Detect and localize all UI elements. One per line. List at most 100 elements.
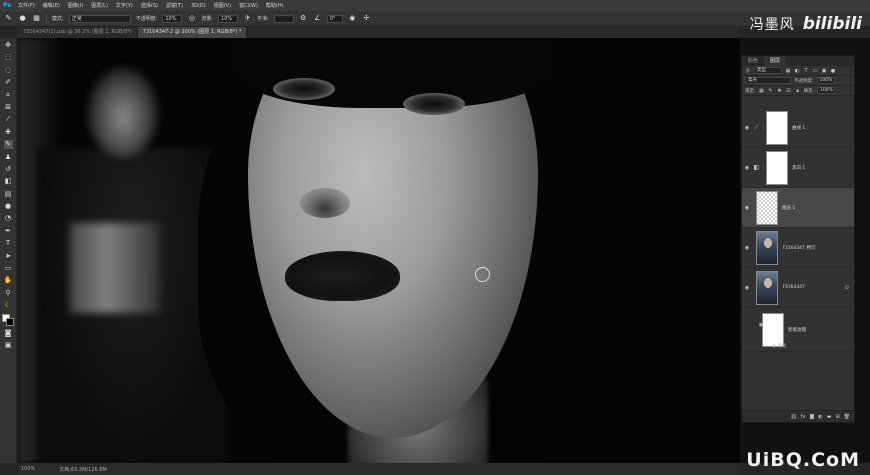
menu-help[interactable]: 帮助(H) <box>262 2 288 9</box>
layer-name[interactable]: 黑白 1 <box>792 165 805 171</box>
new-layer-icon[interactable]: ⊞ <box>835 414 839 420</box>
smart-filter-mask-thumbnail[interactable] <box>762 312 784 347</box>
lock-position-icon[interactable]: ✥ <box>777 88 783 94</box>
layer-photo-copy[interactable]: ◉ 73164347 拷贝 <box>742 228 854 268</box>
filter-type-icon[interactable]: T <box>803 68 809 74</box>
layer-thumbnail[interactable] <box>756 190 778 225</box>
quick-select-tool-icon[interactable]: ✐ <box>4 78 13 87</box>
gear-icon[interactable]: ⚙ <box>299 14 308 23</box>
layer-photo[interactable]: ◉ 73164347 ⊙ <box>742 268 854 308</box>
hand-tool-icon[interactable]: ✋ <box>4 276 13 285</box>
screen-mode-icon[interactable]: ▣ <box>4 341 13 350</box>
eraser-tool-icon[interactable]: ◧ <box>4 177 13 186</box>
visibility-eye-icon[interactable]: ◉ <box>772 344 776 349</box>
history-brush-tool-icon[interactable]: ↺ <box>4 165 13 174</box>
visibility-eye-icon[interactable]: ◉ <box>742 205 752 211</box>
filter-kind-select[interactable]: 类型 <box>754 67 782 74</box>
lock-artboard-icon[interactable]: ⊡ <box>786 88 792 94</box>
menu-type[interactable]: 文字(Y) <box>112 2 137 9</box>
brush-settings-icon[interactable]: ▦ <box>32 14 41 23</box>
path-selection-tool-icon[interactable]: ➤ <box>4 252 13 261</box>
menu-file[interactable]: 文件(F) <box>14 2 39 9</box>
flow-field[interactable]: 10% <box>218 14 239 23</box>
healing-brush-tool-icon[interactable]: ✚ <box>4 128 13 137</box>
mode-select[interactable]: 正常 <box>68 14 131 23</box>
smart-object-icon[interactable]: ⊙ <box>845 285 849 291</box>
menu-layer[interactable]: 图层(L) <box>87 2 112 9</box>
blend-mode-select[interactable]: 柔光 <box>745 77 791 84</box>
layer-style-icon[interactable]: fx <box>801 414 806 420</box>
brush-tool-icon[interactable]: ✎ <box>3 140 13 150</box>
symmetry-icon[interactable]: ✢ <box>362 14 371 23</box>
layer-mask-thumbnail[interactable] <box>766 110 788 145</box>
color-swatches[interactable] <box>2 313 14 326</box>
brush-preset-icon[interactable]: ● <box>18 14 27 23</box>
pen-tool-icon[interactable]: ✒ <box>4 227 13 236</box>
rectangle-tool-icon[interactable]: ▭ <box>4 264 13 273</box>
zoom-tool-icon[interactable]: ⚲ <box>4 289 13 298</box>
edit-toolbar-icon[interactable]: ☾ <box>4 301 13 310</box>
layer-1[interactable]: ◉ 图层 1 <box>742 188 854 228</box>
filter-shape-icon[interactable]: ▭ <box>812 68 818 74</box>
lock-pixels-icon[interactable]: ▦ <box>759 88 765 94</box>
visibility-eye-icon[interactable]: ◉ <box>756 322 766 328</box>
lasso-tool-icon[interactable]: ◌ <box>4 66 13 75</box>
menu-3d[interactable]: 3D(D) <box>187 3 210 9</box>
menu-edit[interactable]: 编辑(E) <box>39 2 64 9</box>
brush-tool-icon[interactable]: ✎ <box>4 14 13 23</box>
layer-opacity-field[interactable]: 100% <box>816 77 835 84</box>
gradient-tool-icon[interactable]: ▤ <box>4 190 13 199</box>
blur-tool-icon[interactable]: ● <box>4 202 13 211</box>
airbrush-icon[interactable]: ✈ <box>243 14 252 23</box>
new-adjustment-icon[interactable]: ◐ <box>818 414 822 420</box>
dodge-tool-icon[interactable]: ◔ <box>4 214 13 223</box>
tab-document-1[interactable]: 73164347(1).psb @ 36.2% (图层 1, RGB/8*) <box>18 27 138 38</box>
filter-toggle-icon[interactable]: ● <box>830 68 836 74</box>
type-tool-icon[interactable]: T <box>4 239 13 248</box>
visibility-eye-icon[interactable]: ◉ <box>742 165 752 171</box>
opacity-field[interactable]: 10% <box>162 14 183 23</box>
menu-view[interactable]: 视图(V) <box>210 2 235 9</box>
link-layers-icon[interactable]: ⛓ <box>790 414 796 420</box>
add-mask-icon[interactable]: ◙ <box>809 414 814 420</box>
menu-image[interactable]: 图像(I) <box>64 2 87 9</box>
layer-black-white[interactable]: ◉ ◧ ⁝ 黑白 1 <box>742 148 854 188</box>
angle-field[interactable]: 0° <box>326 14 343 23</box>
clone-stamp-tool-icon[interactable]: ♟ <box>4 153 13 162</box>
pressure-opacity-icon[interactable]: ◎ <box>187 14 196 23</box>
filter-adjustment-icon[interactable]: ◐ <box>794 68 800 74</box>
layer-name[interactable]: 图层 1 <box>782 205 795 211</box>
tab-layers[interactable]: 图层 <box>764 56 787 66</box>
layer-mask-thumbnail[interactable] <box>766 150 788 185</box>
visibility-eye-icon[interactable]: ◉ <box>742 245 752 251</box>
tab-document-2[interactable]: 73164347-2 @ 100% (图层 1, RGB/8*) * <box>137 27 248 38</box>
photoshop-logo-icon[interactable]: Ps <box>0 0 14 11</box>
layer-name[interactable]: 73164347 <box>782 285 805 290</box>
liquify-filter-row[interactable]: ◉ 液化 <box>772 343 786 349</box>
eyedropper-tool-icon[interactable]: ⁄ <box>4 115 13 124</box>
new-group-icon[interactable]: ▬ <box>827 414 832 420</box>
menu-select[interactable]: 选择(S) <box>137 2 162 9</box>
frame-tool-icon[interactable]: ⊠ <box>4 103 13 112</box>
layer-curves[interactable]: ◉ ⟋ ⁝ 曲线 1 <box>742 108 854 148</box>
lock-all-icon[interactable]: 🔒︎ <box>795 88 801 94</box>
quick-mask-icon[interactable]: ◙ <box>4 329 13 338</box>
visibility-eye-icon[interactable]: ◉ <box>742 125 752 131</box>
move-tool-icon[interactable]: ✥ <box>4 41 13 50</box>
filter-pixel-icon[interactable]: ▦ <box>785 68 791 74</box>
lock-paint-icon[interactable]: ✎ <box>768 88 774 94</box>
layer-name[interactable]: 曲线 1 <box>792 125 805 131</box>
document-size[interactable]: 文档:63.3M/126.6M <box>59 466 106 473</box>
angle-icon[interactable]: ∠ <box>313 14 322 23</box>
layer-thumbnail[interactable] <box>756 230 778 265</box>
menu-window[interactable]: 窗口(W) <box>235 2 262 9</box>
tab-color[interactable]: 颜色 <box>742 56 764 66</box>
background-color-swatch[interactable] <box>6 317 14 326</box>
filter-smart-object-icon[interactable]: ▣ <box>821 68 827 74</box>
pressure-size-icon[interactable]: ◉ <box>348 14 357 23</box>
document-canvas[interactable] <box>18 38 740 463</box>
crop-tool-icon[interactable]: ⌗ <box>4 91 13 100</box>
smart-filters-row[interactable]: ◉ 智能滤镜 ◉ 液化 <box>742 308 854 352</box>
smoothing-field[interactable] <box>273 14 294 23</box>
layer-thumbnail[interactable] <box>756 270 778 305</box>
